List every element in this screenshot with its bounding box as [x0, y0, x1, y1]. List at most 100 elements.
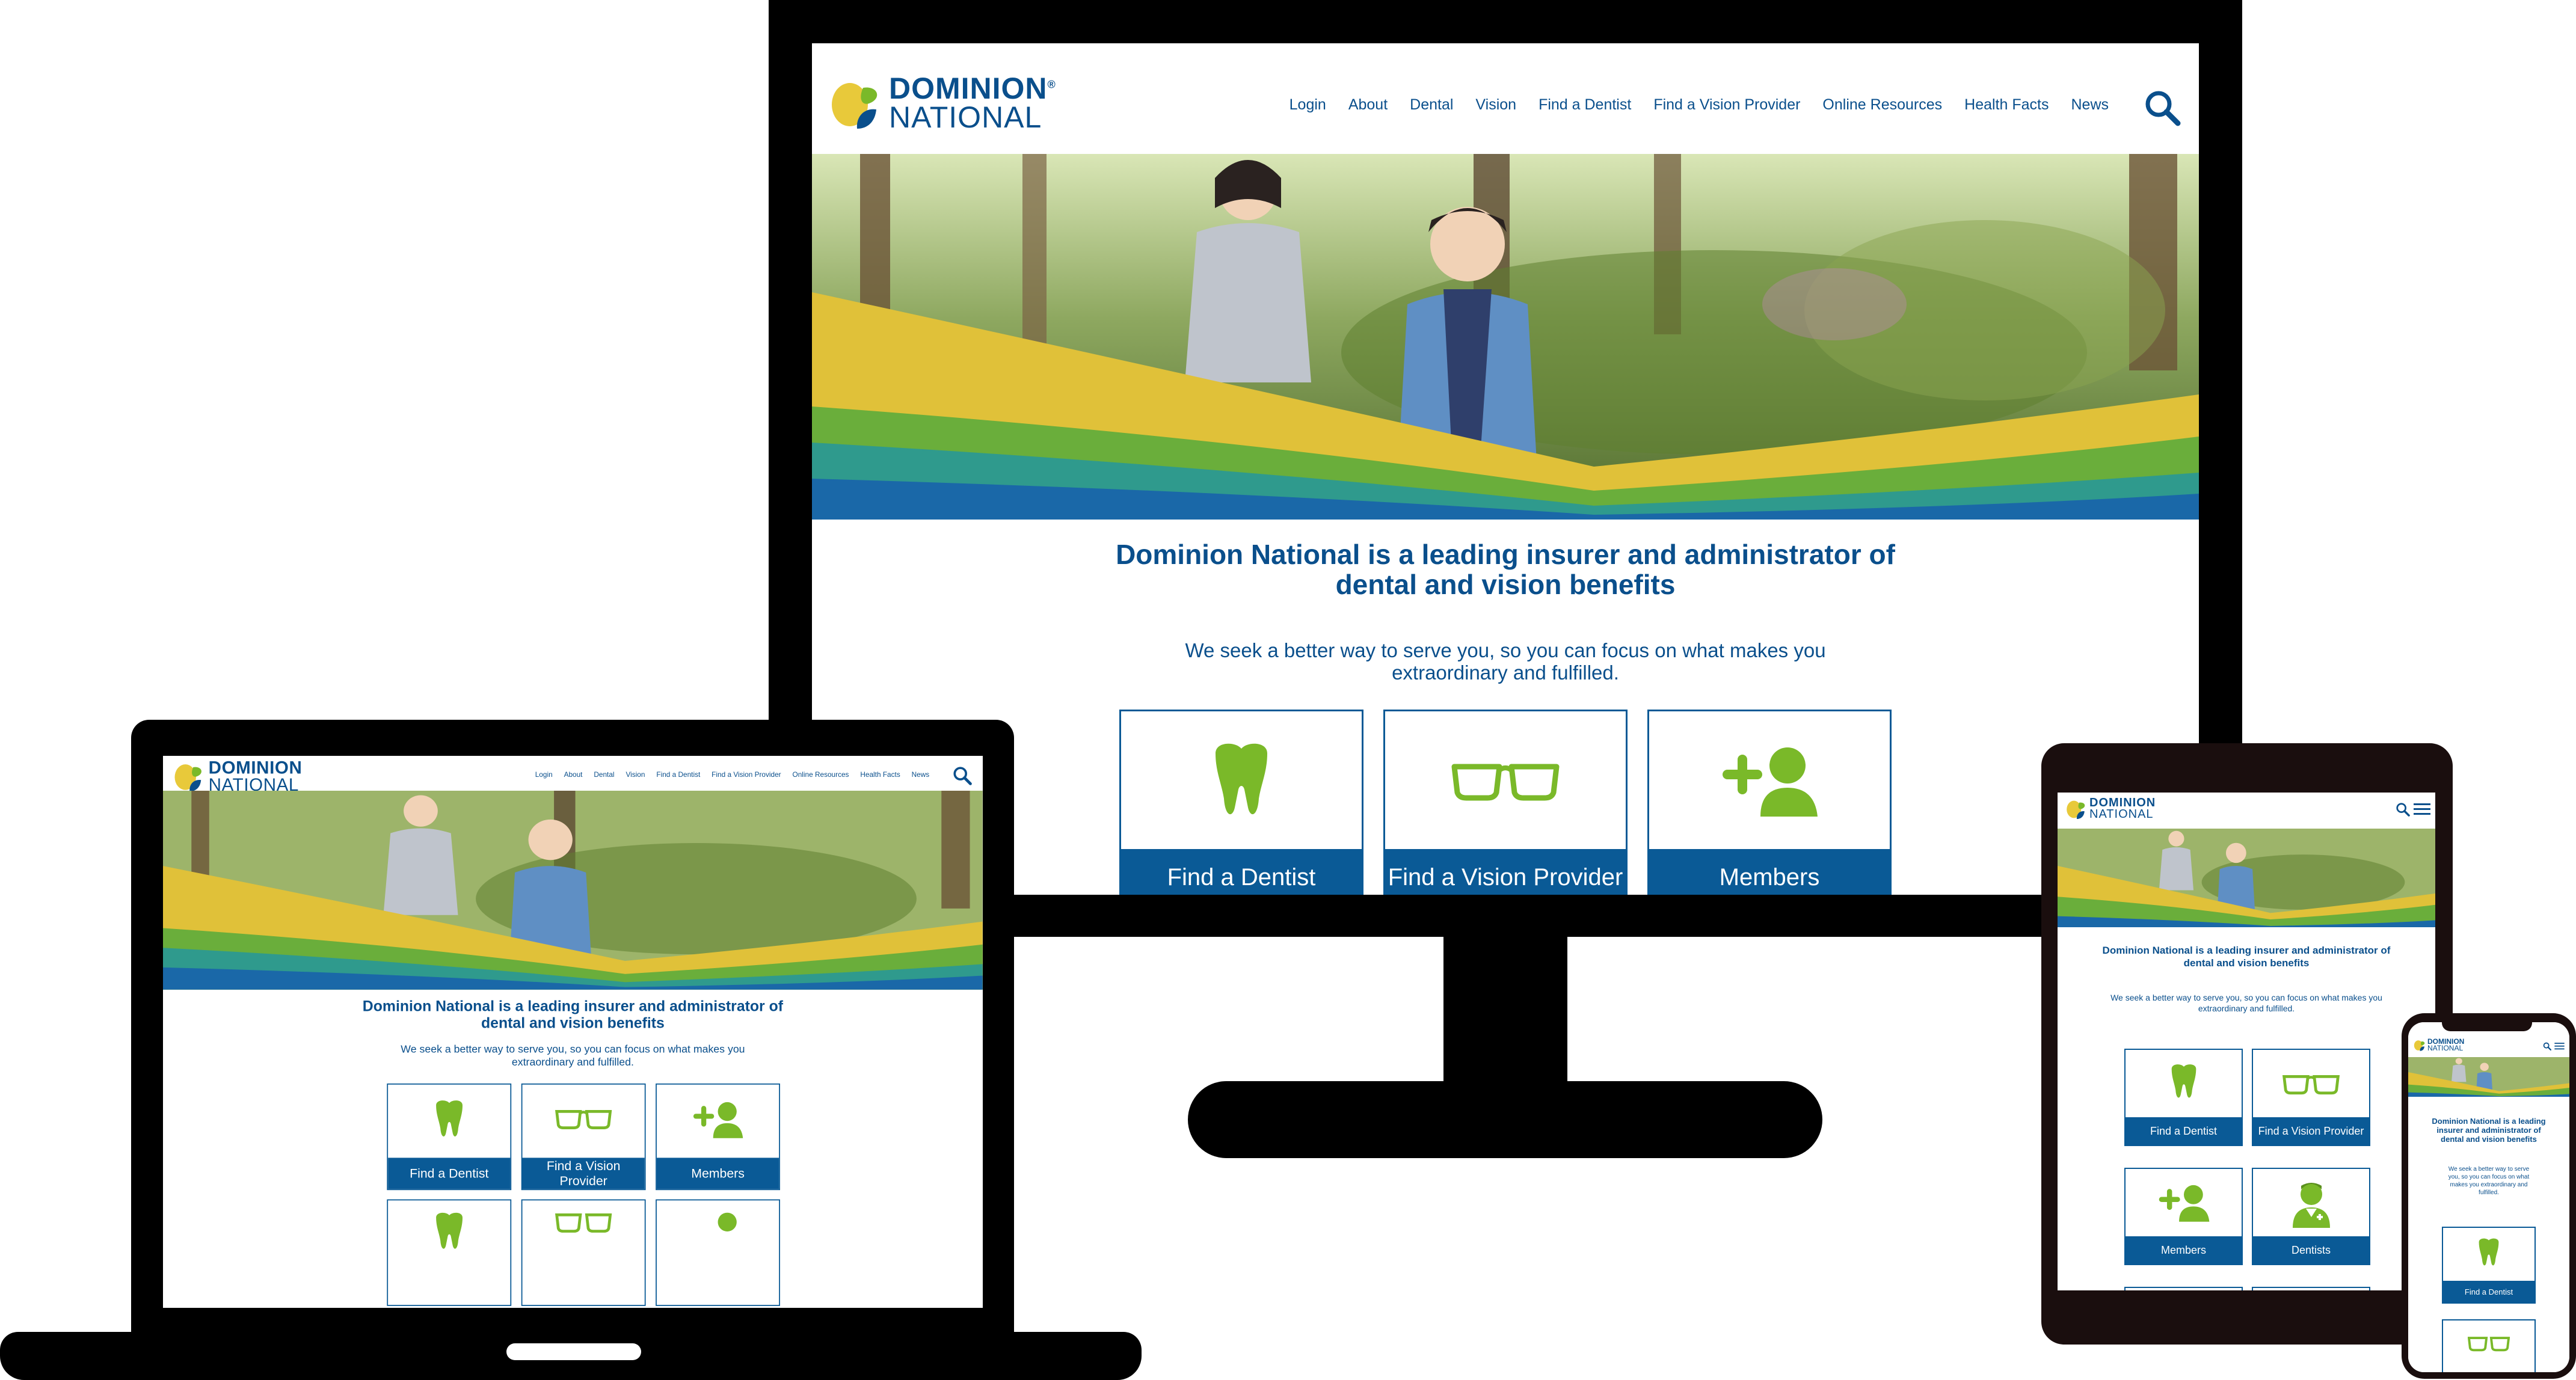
headline: Dominion National is a leading insurer a…: [2070, 944, 2423, 969]
card-find-dentist-label: Find a Dentist: [2443, 1281, 2535, 1302]
card-members-label: Members: [656, 1158, 779, 1189]
site-logo[interactable]: DOMINION NATIONAL: [2413, 1038, 2464, 1052]
card-find-vision-provider[interactable]: Find a Vision Provider: [1383, 710, 1628, 895]
add-member-icon: [1723, 747, 1818, 817]
subtext-line2: extraordinary and fulfilled.: [2198, 1004, 2295, 1013]
main-nav: Login About Dental Vision Find a Dentist…: [1290, 96, 2109, 114]
subtext-line1: We seek a better way to serve you, so yo…: [401, 1043, 745, 1055]
card-members-label: Members: [1649, 849, 1890, 895]
subtext-line1: We seek a better way to serve you, so yo…: [2110, 993, 2382, 1002]
hero-photo: [2058, 829, 2435, 927]
headline: Dominion National is a leading insurer a…: [812, 539, 2199, 600]
add-member-icon: [693, 1102, 743, 1138]
nav-about[interactable]: About: [1348, 96, 1388, 114]
phone-headline-line3: dental and vision benefits: [2441, 1135, 2537, 1144]
card-find-vision-provider-label: Find a Vision Provider: [2253, 1117, 2369, 1145]
search-icon[interactable]: [2543, 1042, 2551, 1050]
hero-image: [2408, 1057, 2569, 1097]
subtext: We seek a better way to serve you, so yo…: [2070, 992, 2423, 1014]
nav-dental[interactable]: Dental: [1410, 96, 1453, 114]
site-logo[interactable]: DOMINION NATIONAL: [2065, 797, 2156, 820]
add-member-icon: [2159, 1185, 2209, 1222]
card-row2-3[interactable]: [656, 1199, 780, 1306]
nav-health-facts[interactable]: Health Facts: [1964, 96, 2049, 114]
search-icon[interactable]: [2396, 802, 2410, 817]
logo-leaf-icon: [2414, 1040, 2425, 1052]
card-find-dentist[interactable]: Find a Dentist: [387, 1083, 512, 1191]
hero-image: [163, 790, 983, 990]
headline: Dominion National is a leading insurer a…: [163, 998, 983, 1032]
card-row3-1[interactable]: [2124, 1287, 2243, 1290]
hero-photo: [2408, 1057, 2569, 1097]
headline-line2: dental and vision benefits: [481, 1014, 665, 1032]
nav-find-dentist[interactable]: Find a Dentist: [656, 771, 700, 779]
nav-dental[interactable]: Dental: [594, 771, 614, 779]
card-find-vision-provider-label: Find a Vision Provider: [522, 1158, 645, 1189]
card-members[interactable]: Members: [656, 1083, 780, 1191]
phone-headline-line2: insurer and administrator of: [2436, 1126, 2541, 1135]
registered-mark: ®: [1047, 78, 1056, 91]
card-find-dentist-label: Find a Dentist: [1121, 849, 1362, 895]
hamburger-icon[interactable]: [2414, 802, 2430, 817]
glasses-icon: [2282, 1075, 2340, 1095]
search-icon[interactable]: [2144, 89, 2181, 126]
card-find-dentist[interactable]: Find a Dentist: [2442, 1227, 2536, 1304]
nav-find-dentist[interactable]: Find a Dentist: [1539, 96, 1631, 114]
card-find-vision-provider[interactable]: Find a Vision Provider: [521, 1083, 646, 1191]
card-members[interactable]: Members: [1647, 710, 1892, 895]
logo-text: DOMINION® NATIONAL: [889, 73, 1056, 132]
nav-find-vision-provider[interactable]: Find a Vision Provider: [712, 771, 781, 779]
subtext: We seek a better way to serve you, so yo…: [812, 639, 2199, 684]
card-row2-1[interactable]: [387, 1199, 512, 1306]
nav-login[interactable]: Login: [535, 771, 553, 779]
phone-site: DOMINION NATIONAL Dominion National is a…: [2408, 1022, 2569, 1372]
main-nav: Login About Dental Vision Find a Dentist…: [535, 771, 929, 779]
search-icon[interactable]: [953, 766, 973, 786]
nav-vision[interactable]: Vision: [1475, 96, 1516, 114]
card-find-dentist[interactable]: Find a Dentist: [2124, 1049, 2243, 1146]
nav-vision[interactable]: Vision: [626, 771, 645, 779]
card-row3-2[interactable]: [2252, 1287, 2370, 1290]
headline-line2: dental and vision benefits: [1335, 569, 1676, 600]
subtext-line2: extraordinary and fulfilled.: [511, 1056, 634, 1068]
nav-news[interactable]: News: [2071, 96, 2109, 114]
nav-health-facts[interactable]: Health Facts: [860, 771, 900, 779]
tooth-icon: [435, 1212, 463, 1249]
tablet-site: DOMINION NATIONAL Dominion National is a…: [2058, 793, 2435, 1290]
subtext-line2: extraordinary and fulfilled.: [1392, 661, 1619, 684]
tooth-icon: [2171, 1064, 2196, 1098]
site-logo[interactable]: DOMINION NATIONAL: [172, 759, 303, 793]
logo-text: DOMINION NATIONAL: [2427, 1038, 2464, 1052]
card-members[interactable]: Members: [2124, 1168, 2243, 1265]
logo-text: DOMINION NATIONAL: [209, 759, 303, 793]
headline-line1: Dominion National is a leading insurer a…: [362, 997, 784, 1014]
glasses-icon: [555, 1213, 612, 1233]
add-member-icon: [718, 1212, 737, 1232]
card-row2-2[interactable]: [521, 1199, 646, 1306]
site-logo[interactable]: DOMINION® NATIONAL: [827, 73, 1056, 132]
logo-line1: DOMINION: [208, 757, 303, 778]
tooth-icon: [2479, 1238, 2499, 1266]
headline-line1: Dominion National is a leading insurer a…: [1116, 539, 1895, 570]
nav-news[interactable]: News: [912, 771, 930, 779]
tablet-screen: DOMINION NATIONAL Dominion National is a…: [2058, 793, 2435, 1290]
nav-online-resources[interactable]: Online Resources: [1822, 96, 1942, 114]
logo-leaf-icon: [2067, 800, 2085, 819]
card-dentists[interactable]: Dentists: [2252, 1168, 2370, 1265]
card-find-dentist[interactable]: Find a Dentist: [1119, 710, 1363, 895]
card-find-vision-provider[interactable]: [2442, 1319, 2536, 1372]
laptop-screen: DOMINION NATIONAL Login About Dental Vis…: [163, 756, 983, 1308]
subtext: We seek a better way to serve you, so yo…: [2413, 1165, 2565, 1197]
logo-line2: NATIONAL: [2427, 1044, 2464, 1053]
nav-find-vision-provider[interactable]: Find a Vision Provider: [1653, 96, 1800, 114]
phone-headline-line1: Dominion National is a leading: [2432, 1117, 2546, 1126]
phone-screen: DOMINION NATIONAL Dominion National is a…: [2408, 1022, 2569, 1372]
card-find-vision-provider[interactable]: Find a Vision Provider: [2252, 1049, 2370, 1146]
hamburger-icon[interactable]: [2554, 1042, 2565, 1050]
nav-online-resources[interactable]: Online Resources: [793, 771, 849, 779]
nav-login[interactable]: Login: [1290, 96, 1326, 114]
hero-image: [812, 154, 2199, 520]
glasses-icon: [2468, 1337, 2510, 1352]
nav-about[interactable]: About: [564, 771, 583, 779]
phone-sub-line2: you, so you can focus on what: [2448, 1174, 2530, 1180]
